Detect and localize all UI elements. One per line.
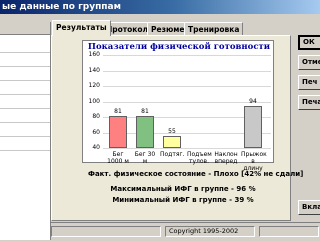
min-ifg-text: Минимальный ИФГ в группе - 39 % — [112, 196, 254, 204]
gridline — [103, 86, 271, 87]
x-tick-label: Бег 30 м — [133, 151, 157, 165]
status-cell-empty — [259, 226, 319, 237]
x-tick-label: Прыжок в длину — [241, 151, 267, 172]
y-tick-label: 120 — [88, 82, 100, 89]
tab-button[interactable]: Вкла — [298, 200, 320, 215]
group-list-header — [0, 22, 50, 35]
cancel-button[interactable]: Отме — [298, 55, 320, 70]
bar — [244, 106, 262, 148]
bar — [136, 116, 154, 148]
tab-label: Резюме — [151, 25, 185, 34]
list-row-divider — [0, 52, 50, 53]
x-tick-label: Подтяг. — [160, 151, 185, 158]
x-tick-label-line: 1000 м — [107, 158, 129, 165]
gridline — [103, 55, 271, 56]
x-tick-label-line: вперед — [214, 158, 238, 165]
list-row-divider — [0, 108, 50, 109]
list-row-divider — [0, 66, 50, 67]
list-row-divider — [0, 94, 50, 95]
print-button[interactable]: Печ — [298, 75, 320, 90]
fitness-chart: Показатели физической готовности 160 140 1… — [82, 40, 274, 172]
y-tick-label: 40 — [92, 144, 100, 151]
title-bar: ые данные по группам — [0, 0, 320, 14]
x-tick-label-line: тулов. — [189, 158, 209, 165]
y-tick-label: 140 — [88, 66, 100, 74]
max-ifg-text: Максимальный ИФГ в группе - 96 % — [110, 185, 256, 193]
tab-label: Протокол — [106, 25, 149, 34]
status-bar: Copyright 1995-2002 — [51, 222, 320, 241]
bar-value-label: 81 — [114, 108, 122, 116]
print-report-button[interactable]: Печа — [298, 95, 320, 110]
tab-results[interactable]: Результаты — [52, 20, 111, 36]
gridline — [103, 148, 271, 149]
bar — [163, 136, 181, 148]
copyright-text: Copyright 1995-2002 — [165, 226, 255, 237]
bar-value-label: 94 — [249, 98, 257, 106]
chart-title: Показатели физической готовности — [87, 42, 271, 52]
ok-button[interactable]: ОК — [298, 35, 320, 50]
tab-label: Результаты — [56, 23, 107, 32]
status-cell-empty — [51, 226, 161, 237]
tab-training[interactable]: Тренировка — [184, 22, 244, 35]
list-row-divider — [0, 122, 50, 123]
x-tick-label-line: Бег 30 — [134, 151, 156, 158]
bar-value-label: 55 — [168, 128, 176, 136]
x-tick-label-line: Наклон — [214, 151, 238, 158]
y-tick-label: 160 — [88, 51, 100, 58]
y-tick-label: 100 — [88, 97, 100, 105]
gridline — [103, 70, 271, 72]
list-row-divider — [0, 80, 50, 81]
window-title: ые данные по группам — [2, 2, 121, 12]
x-tick-label: Подъем тулов. — [187, 151, 212, 165]
x-tick-label-line: м — [142, 158, 148, 165]
y-tick-label: 60 — [92, 128, 100, 136]
list-row-divider — [0, 150, 50, 151]
x-tick-label-line: Бег — [112, 151, 124, 158]
y-tick-label: 80 — [92, 113, 100, 120]
x-tick-label: Наклон вперед — [214, 151, 238, 165]
bar-value-label: 81 — [141, 108, 149, 116]
group-list[interactable] — [0, 22, 51, 240]
x-tick-label-line: Прыжок — [241, 151, 267, 158]
x-tick-label-line: Подтяг. — [160, 151, 185, 158]
list-row-divider — [0, 136, 50, 137]
x-tick-label: Бег 1000 м — [106, 151, 130, 165]
bar — [109, 116, 127, 148]
tab-label: Тренировка — [188, 25, 240, 34]
tab-summary[interactable]: Резюме — [147, 22, 189, 35]
fitness-state-text: Факт. физическое состояние - Плохо [42% … — [88, 170, 304, 178]
x-tick-label-line: Подъем — [187, 151, 212, 158]
